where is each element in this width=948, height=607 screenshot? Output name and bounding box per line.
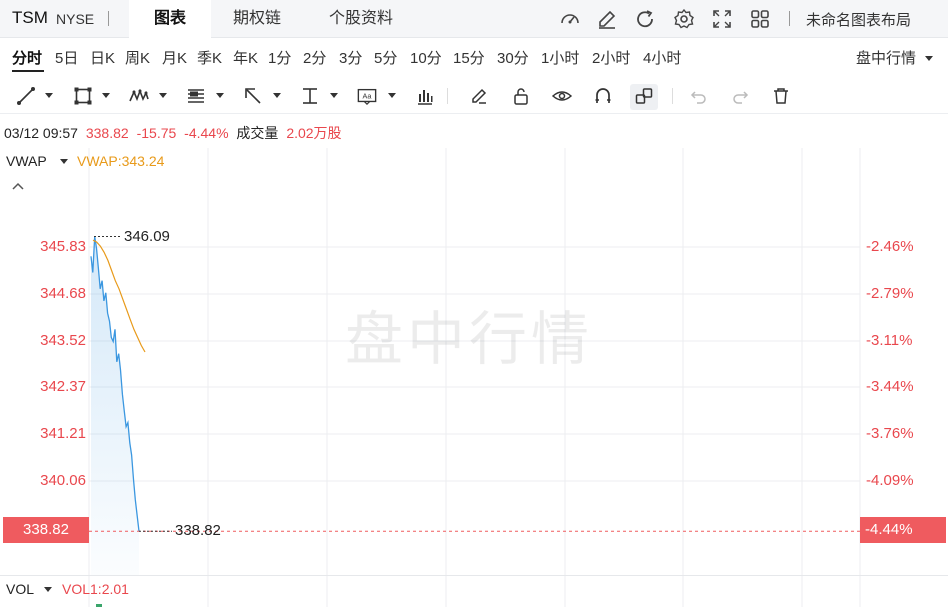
y-axis-tick-right: -2.46% <box>866 238 914 255</box>
y-axis-tick-left: 341.21 <box>40 425 86 442</box>
current-pct-tag: -4.44% <box>860 517 946 543</box>
current-price-label: 338.82 <box>175 522 221 539</box>
y-axis-tick-right: -3.76% <box>866 425 914 442</box>
y-axis-tick-left: 340.06 <box>40 472 86 489</box>
price-area-fill <box>91 236 139 575</box>
current-price-tag: 338.82 <box>3 517 89 543</box>
y-axis-tick-right: -4.09% <box>866 472 914 489</box>
vwap-indicator-label[interactable]: VWAP <box>6 153 47 169</box>
volume-divider <box>0 575 948 576</box>
volume-indicator-label[interactable]: VOL <box>6 581 34 597</box>
y-axis-tick-left: 342.37 <box>40 378 86 395</box>
watermark: 盘中行情 <box>345 305 594 373</box>
y-axis-tick-left: 344.68 <box>40 285 86 302</box>
y-axis-tick-right: -3.44% <box>866 378 914 395</box>
vwap-value: VWAP:343.24 <box>77 153 165 169</box>
caret-down-icon[interactable] <box>44 587 52 592</box>
y-axis-tick-left: 345.83 <box>40 238 86 255</box>
caret-down-icon[interactable] <box>60 159 68 164</box>
y-axis-tick-right: -3.11% <box>866 332 913 349</box>
chevron-up-icon[interactable] <box>11 181 25 191</box>
volume-indicator-value: VOL1:2.01 <box>62 581 129 597</box>
y-axis-tick-right: -2.79% <box>866 285 914 302</box>
high-price-label: 346.09 <box>124 228 170 245</box>
y-axis-tick-left: 343.52 <box>40 332 86 349</box>
